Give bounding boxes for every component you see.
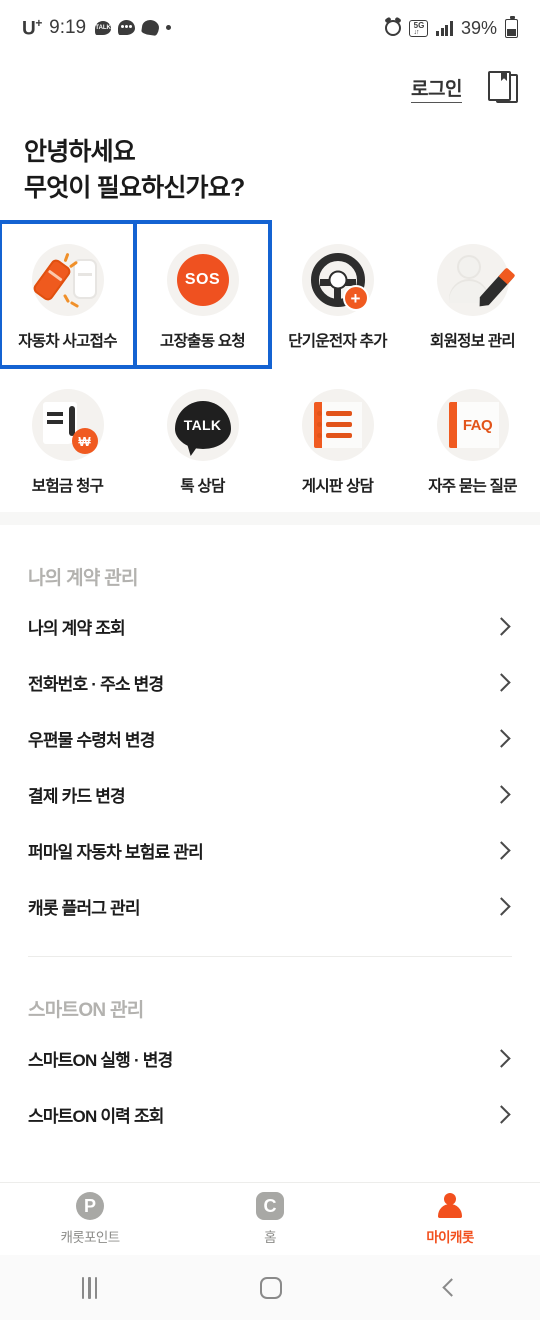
car-crash-icon — [30, 244, 104, 316]
quick-menu-label: 게시판 상담 — [301, 478, 374, 495]
quick-menu-grid: 자동차 사고접수 SOS 고장출동 요청 + 단기운전자 추가 회원정보 관리 — [0, 220, 540, 512]
list-item-label: 전화번호 · 주소 변경 — [28, 674, 164, 694]
plus-badge-label: + — [342, 285, 369, 311]
quick-menu-label: 회원정보 관리 — [430, 333, 516, 350]
quick-menu-item-board-consult[interactable]: 게시판 상담 — [270, 367, 405, 512]
status-bar: U+ 9:19 TALK 5G ↓↑ 39% — [0, 0, 540, 56]
board-list-icon — [301, 389, 374, 461]
chevron-right-icon — [492, 840, 511, 860]
point-p-icon: P — [76, 1192, 104, 1220]
quick-menu-item-short-term-driver[interactable]: + 단기운전자 추가 — [270, 222, 405, 367]
app-screen: U+ 9:19 TALK 5G ↓↑ 39% 로그인 안녕하세요 무엇이 필요하신… — [0, 0, 540, 1320]
claim-document-won-icon: ₩ — [31, 389, 104, 461]
chevron-right-icon — [492, 1048, 511, 1068]
list-item-label: 퍼마일 자동차 보험료 관리 — [28, 842, 204, 862]
quick-menu-label: 단기운전자 추가 — [288, 333, 387, 350]
faq-badge-label: FAQ — [462, 416, 493, 434]
5g-icon: 5G ↓↑ — [409, 19, 429, 37]
quick-menu-label: 고장출동 요청 — [160, 333, 246, 350]
chevron-right-icon — [492, 1104, 511, 1124]
chat-bubble-icon: TALK — [95, 20, 112, 35]
status-bar-right: 5G ↓↑ 39% — [385, 16, 518, 39]
won-badge-label: ₩ — [71, 428, 98, 454]
battery-percent-label: 39% — [460, 17, 497, 38]
list-item-contract-lookup[interactable]: 나의 계약 조회 — [28, 598, 512, 654]
talk-bubble-icon: TALK — [166, 389, 239, 461]
quick-menu-item-faq[interactable]: FAQ 자주 묻는 질문 — [405, 367, 540, 512]
chevron-right-icon — [492, 616, 511, 636]
quick-menu-item-talk-consult[interactable]: TALK 톡 상담 — [135, 367, 270, 512]
bottom-tab-bar: P 캐롯포인트 C 홈 마이캐롯 — [0, 1182, 540, 1255]
status-bar-left: U+ 9:19 TALK — [22, 16, 385, 40]
list-item-label: 스마트ON 실행 · 변경 — [28, 1050, 173, 1070]
talk-badge-label: TALK — [174, 401, 231, 449]
page-title: 무엇이 필요하신가요? — [24, 174, 245, 202]
quick-menu-label: 자동차 사고접수 — [18, 333, 117, 350]
chevron-right-icon — [492, 784, 511, 804]
bookmark-document-icon[interactable] — [488, 71, 518, 105]
tab-label: 마이캐롯 — [426, 1230, 474, 1245]
greeting-block: 안녕하세요 무엇이 필요하신가요? — [0, 120, 540, 206]
list-item-smarton-history-lookup[interactable]: 스마트ON 이력 조회 — [28, 1086, 512, 1142]
alarm-icon — [385, 20, 402, 36]
clock-label: 9:19 — [49, 16, 87, 38]
android-nav-bar — [0, 1255, 540, 1320]
my-person-icon — [436, 1192, 464, 1220]
dot-icon — [166, 25, 172, 31]
section-contract-management: 나의 계약 관리 나의 계약 조회 전화번호 · 주소 변경 우편물 수령처 변… — [0, 525, 540, 957]
list-item-smarton-run-change[interactable]: 스마트ON 실행 · 변경 — [28, 1030, 512, 1086]
quick-menu-item-breakdown[interactable]: SOS 고장출동 요청 — [133, 220, 272, 369]
chevron-right-icon — [492, 672, 511, 692]
list-item-label: 우편물 수령처 변경 — [28, 730, 155, 750]
list-item-label: 나의 계약 조회 — [28, 618, 126, 638]
quick-menu-item-claim[interactable]: ₩ 보험금 청구 — [0, 367, 135, 512]
back-icon[interactable] — [442, 1278, 462, 1297]
list-item-carrot-plug-management[interactable]: 캐롯 플러그 관리 — [28, 878, 512, 934]
list-item-label: 캐롯 플러그 관리 — [28, 898, 141, 918]
section-title: 나의 계약 관리 — [28, 568, 139, 589]
tab-home[interactable]: C 홈 — [180, 1192, 360, 1246]
section-title: 스마트ON 관리 — [28, 1000, 144, 1021]
section-separator-band — [0, 512, 540, 525]
faq-book-icon: FAQ — [436, 389, 509, 461]
message-bubble-icon — [118, 20, 136, 36]
home-c-icon: C — [256, 1192, 284, 1220]
sos-icon: SOS — [166, 244, 239, 316]
list-item-payment-card-change[interactable]: 결제 카드 변경 — [28, 766, 512, 822]
recents-icon[interactable] — [81, 1276, 98, 1299]
login-button[interactable]: 로그인 — [411, 74, 462, 103]
signal-bars-icon — [436, 20, 453, 36]
quick-menu-label: 보험금 청구 — [31, 478, 104, 495]
carrier-label: U+ — [22, 15, 43, 40]
list-item-permile-premium-management[interactable]: 퍼마일 자동차 보험료 관리 — [28, 822, 512, 878]
greeting-line-1: 안녕하세요 — [24, 138, 136, 166]
chevron-right-icon — [492, 728, 511, 748]
swirl-icon — [141, 19, 161, 37]
quick-menu-label: 자주 묻는 질문 — [428, 478, 517, 495]
home-icon[interactable] — [260, 1276, 283, 1299]
list-item-label: 스마트ON 이력 조회 — [28, 1106, 164, 1126]
person-edit-icon — [436, 244, 515, 316]
tab-carrot-point[interactable]: P 캐롯포인트 — [0, 1192, 180, 1246]
quick-menu-item-member-info[interactable]: 회원정보 관리 — [405, 222, 540, 367]
battery-icon — [505, 16, 518, 38]
sos-badge-label: SOS — [176, 254, 229, 306]
list-item-mail-destination-change[interactable]: 우편물 수령처 변경 — [28, 710, 512, 766]
tab-label: 캐롯포인트 — [60, 1230, 120, 1245]
quick-menu-item-accident[interactable]: 자동차 사고접수 — [0, 220, 137, 369]
section-smarton-management: 스마트ON 관리 스마트ON 실행 · 변경 스마트ON 이력 조회 — [0, 957, 540, 1142]
steering-wheel-plus-icon: + — [301, 244, 374, 316]
app-header: 로그인 — [0, 56, 540, 120]
chevron-right-icon — [492, 896, 511, 916]
list-item-phone-address-change[interactable]: 전화번호 · 주소 변경 — [28, 654, 512, 710]
tab-my-carrot[interactable]: 마이캐롯 — [360, 1192, 540, 1246]
tab-label: 홈 — [264, 1230, 276, 1245]
quick-menu-label: 톡 상담 — [180, 478, 225, 495]
list-item-label: 결제 카드 변경 — [28, 786, 126, 806]
